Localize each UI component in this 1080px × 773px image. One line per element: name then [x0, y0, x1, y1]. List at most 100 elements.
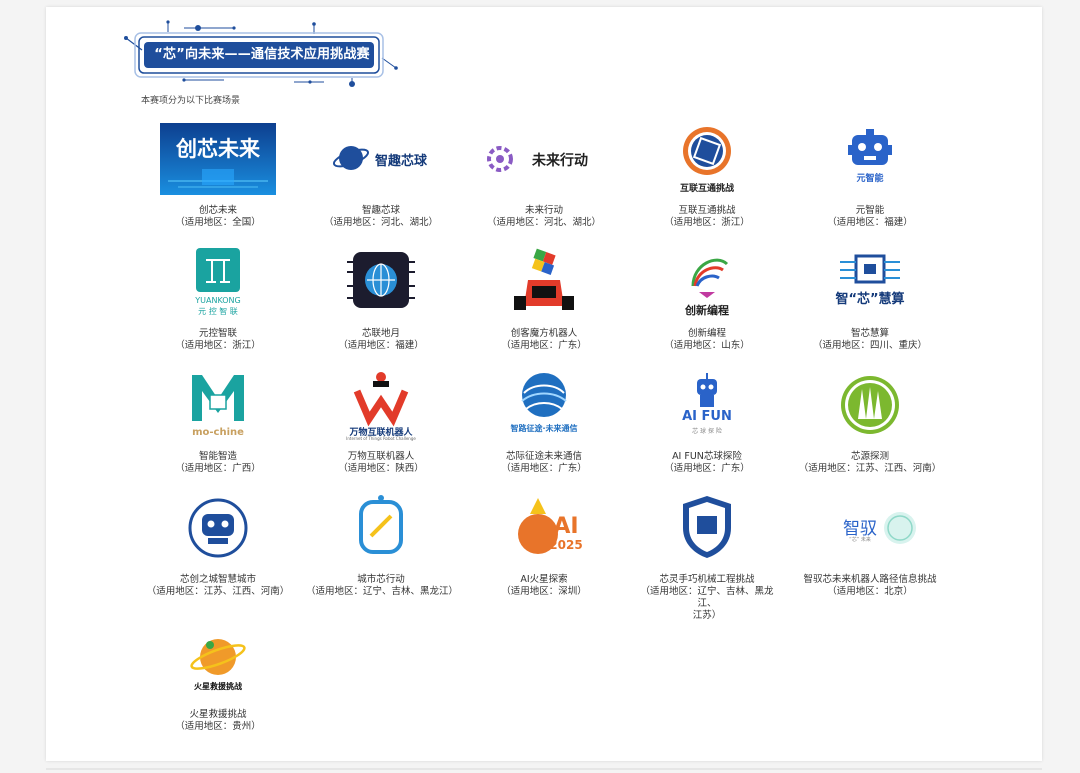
chip-source-detection-logo-icon [810, 369, 930, 445]
scenario-region: （适用地区：福建） [338, 340, 424, 351]
scenario-name: 创客魔方机器人 [510, 328, 578, 339]
yuan-intelligence-logo-icon: 元智能 [810, 123, 930, 199]
scenario-item[interactable]: 创芯未来 创芯未来 （适用地区：全国） [143, 123, 293, 229]
ai-mars-exploration-logo-icon: AI 2025 [484, 492, 604, 568]
scenario-item[interactable]: 火星救援挑战 火星救援挑战 （适用地区：贵州） [143, 627, 293, 733]
scenario-name: 城市芯行动 [357, 574, 405, 585]
scenario-name: 芯创之城智慧城市 [179, 574, 256, 585]
scenario-item[interactable]: 芯源探测 （适用地区：江苏、江西、河南） [795, 369, 945, 475]
scenario-item[interactable]: 智趣芯球 智趣芯球 （适用地区：河北、湖北） [306, 123, 456, 229]
scenario-item[interactable]: 智“芯”慧算 智芯慧算 （适用地区：四川、重庆） [795, 246, 945, 352]
scenario-region: （适用地区：广东） [501, 463, 587, 474]
scenario-region: （适用地区：江苏、江西、河南） [146, 586, 290, 597]
scenario-region: （适用地区：河北、湖北） [486, 217, 601, 228]
logo-text: AI FUN [682, 409, 732, 424]
mo-chine-logo-icon: mo-chine [158, 369, 278, 445]
scenario-region: （适用地区：贵州） [175, 721, 261, 732]
logo-text: 互联互通挑战 [679, 184, 734, 194]
chip-future-logo-icon: 创芯未来 [158, 123, 278, 199]
logo-text: YUANKONG [195, 296, 241, 305]
logo-text: 未来行动 [532, 153, 588, 169]
scenario-region: （适用地区：四川、重庆） [812, 340, 927, 351]
logo-text: 智路征途·未来通信 [510, 424, 578, 433]
scenario-region: （适用地区：深圳） [501, 586, 587, 597]
scenario-region: （适用地区：浙江） [664, 217, 750, 228]
scenario-name: 芯灵手巧机械工程挑战 [659, 574, 755, 585]
scenario-item[interactable]: 创新编程 创新编程 （适用地区：山东） [632, 246, 782, 352]
scenario-name: 未来行动 [524, 205, 563, 216]
interconnect-logo-icon: 互联互通挑战 [647, 123, 767, 199]
scenario-name: 智趣芯球 [361, 205, 400, 216]
logo-text: 2025 [549, 538, 583, 552]
mars-rescue-logo-icon: 火星救援挑战 [158, 627, 278, 703]
smart-globe-logo-icon: 智趣芯球 [321, 123, 441, 199]
scenario-name: 互联互通挑战 [678, 205, 736, 216]
scenario-region: （适用地区：福建） [827, 217, 913, 228]
scenario-region: （适用地区：江苏、江西、河南） [798, 463, 942, 474]
scenario-name: 芯源探测 [850, 451, 889, 462]
scenario-name: 智芯慧算 [850, 328, 889, 339]
scenario-name: 元智能 [855, 205, 885, 216]
iot-robot-logo-icon: 万物互联机器人 Internet of Things Robot Challen… [321, 369, 441, 445]
robot-path-info-logo-icon: 智驭 “芯” 未来 [810, 492, 930, 568]
maker-cube-robot-logo-icon [484, 246, 604, 322]
scenario-item[interactable]: 元智能 元智能 （适用地区：福建） [795, 123, 945, 229]
logo-text: 智趣芯球 [374, 154, 427, 169]
scenario-region: （适用地区：广东） [664, 463, 750, 474]
scenario-item[interactable]: 芯联地月 （适用地区：福建） [306, 246, 456, 352]
logo-text: 元智能 [856, 174, 884, 184]
bottom-divider [46, 768, 1042, 770]
scenario-name: 万物互联机器人 [347, 451, 415, 462]
scenario-item[interactable]: 芯灵手巧机械工程挑战 （适用地区：辽宁、吉林、黑龙江、 江苏） [632, 492, 782, 622]
scenario-item[interactable]: 创客魔方机器人 （适用地区：广东） [469, 246, 619, 352]
logo-text: AI [553, 514, 579, 539]
scenario-item[interactable]: AI 2025 AI火星探索 （适用地区：深圳） [469, 492, 619, 598]
scenario-region: 江苏） [692, 610, 722, 621]
scenario-region: （适用地区：浙江） [175, 340, 261, 351]
ai-fun-robot-logo-icon: AI FUN 芯 球 探 险 [647, 369, 767, 445]
logo-text: “芯” 未来 [849, 537, 871, 543]
scenario-item[interactable]: 智路征途·未来通信 芯际征途未来通信 （适用地区：广东） [469, 369, 619, 475]
scenario-region: （适用地区：全国） [175, 217, 261, 228]
scenario-item[interactable]: mo-chine 智能智造 （适用地区：广西） [143, 369, 293, 475]
scenario-item[interactable]: AI FUN 芯 球 探 险 AI FUN芯球探险 （适用地区：广东） [632, 369, 782, 475]
scenario-item[interactable]: 城市芯行动 （适用地区：辽宁、吉林、黑龙江） [306, 492, 458, 598]
logo-text: 元 控 智 联 [198, 307, 238, 316]
competition-banner: “芯”向未来——通信技术应用挑战赛 [124, 20, 404, 90]
logo-text: 创芯未来 [176, 137, 260, 161]
scenario-item[interactable]: 互联互通挑战 互联互通挑战 （适用地区：浙江） [632, 123, 782, 229]
yuankong-logo-icon: YUANKONG 元 控 智 联 [158, 246, 278, 322]
city-chip-action-logo-icon [321, 492, 441, 568]
scenario-name: 芯联地月 [361, 328, 400, 339]
innovative-programming-logo-icon: 创新编程 [647, 246, 767, 322]
scenario-name: 智能智造 [198, 451, 237, 462]
scenario-region: （适用地区：广东） [501, 340, 587, 351]
logo-text: 创新编程 [685, 304, 729, 317]
scenario-name: 元控智联 [198, 328, 237, 339]
logo-text: mo-chine [192, 427, 244, 438]
future-communication-logo-icon: 智路征途·未来通信 [484, 369, 604, 445]
scenario-name: 创新编程 [687, 328, 726, 339]
scenario-name: AI FUN芯球探险 [672, 451, 742, 462]
scenario-item[interactable]: 万物互联机器人 Internet of Things Robot Challen… [306, 369, 456, 475]
scenario-region: （适用地区：广西） [175, 463, 261, 474]
earth-moon-chip-logo-icon [321, 246, 441, 322]
scenario-region: （适用地区：山东） [664, 340, 750, 351]
scenario-region: （适用地区：河北、湖北） [323, 217, 438, 228]
scenario-name: 芯际征途未来通信 [505, 451, 582, 462]
scenario-item[interactable]: 芯创之城智慧城市 （适用地区：江苏、江西、河南） [143, 492, 293, 598]
scenario-name: 创芯未来 [198, 205, 237, 216]
scenario-name: 智驭芯未来机器人路径信息挑战 [803, 574, 937, 585]
scenario-region: （适用地区：陕西） [338, 463, 424, 474]
scenario-name: 火星救援挑战 [189, 709, 247, 720]
scenario-item[interactable]: YUANKONG 元 控 智 联 元控智联 （适用地区：浙江） [143, 246, 293, 352]
scenario-region: （适用地区：北京） [827, 586, 913, 597]
scenario-item[interactable]: 智驭 “芯” 未来 智驭芯未来机器人路径信息挑战 （适用地区：北京） [795, 492, 945, 598]
logo-text: Internet of Things Robot Challenge [346, 436, 416, 441]
scenario-name: AI火星探索 [520, 574, 568, 585]
banner-title: “芯”向未来——通信技术应用挑战赛 [154, 47, 370, 62]
future-action-logo-icon: 未来行动 [484, 123, 604, 199]
scenario-item[interactable]: 未来行动 未来行动 （适用地区：河北、湖北） [469, 123, 619, 229]
logo-text: 智“芯”慧算 [835, 292, 905, 307]
logo-text: 芯 球 探 险 [692, 428, 722, 435]
